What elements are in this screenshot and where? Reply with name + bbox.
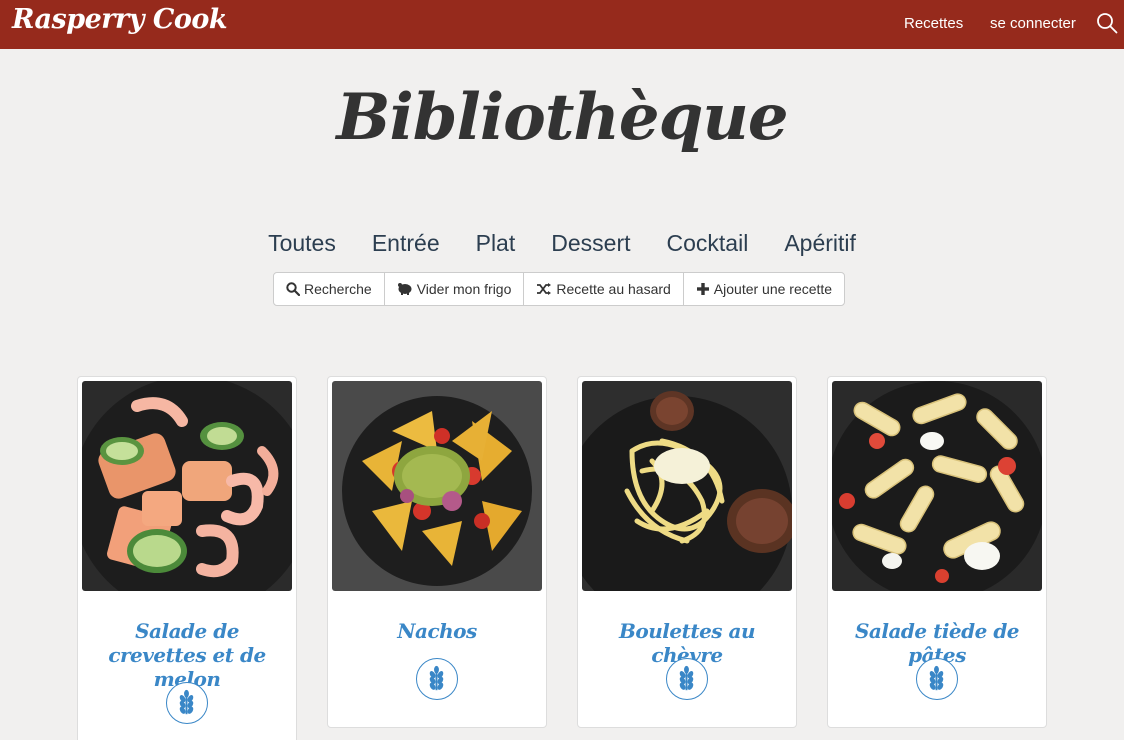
recipe-card[interactable]: Nachos [327,376,547,728]
wheat-icon [679,665,694,691]
category-tabs: Toutes Entrée Plat Dessert Cocktail Apér… [0,230,1124,257]
tab-plat[interactable]: Plat [458,230,534,257]
recipe-title[interactable]: Salade de crevettes et de melon [84,619,290,691]
nav-recettes-link[interactable]: Recettes [904,15,963,32]
page-title: Bibliothèque [336,80,788,155]
tab-toutes[interactable]: Toutes [250,230,354,257]
recipe-image[interactable] [82,381,292,591]
gluten-badge [166,682,208,724]
add-recipe-button-label: Ajouter une recette [713,281,833,297]
recipe-image[interactable] [332,381,542,591]
navbar: Rasperry Cook Recettes se connecter [0,0,1124,49]
tab-entree[interactable]: Entrée [354,230,458,257]
recipe-image[interactable] [582,381,792,591]
empty-fridge-button[interactable]: Vider mon frigo [384,273,525,305]
search-icon[interactable] [1096,12,1118,34]
recipe-title[interactable]: Nachos [334,619,540,643]
fridge-icon [397,283,412,295]
wheat-icon [179,689,194,715]
nav-login-link[interactable]: se connecter [990,15,1076,32]
plus-icon [696,283,709,295]
add-recipe-button[interactable]: Ajouter une recette [683,273,845,305]
wheat-icon [929,665,944,691]
empty-fridge-button-label: Vider mon frigo [416,281,512,297]
shuffle-icon [537,283,552,295]
search-icon [286,282,300,296]
search-button[interactable]: Recherche [274,273,385,305]
tab-cocktail[interactable]: Cocktail [649,230,767,257]
random-recipe-button[interactable]: Recette au hasard [524,273,684,305]
search-button-label: Recherche [304,281,372,297]
recipe-card[interactable]: Salade de crevettes et de melon [77,376,297,740]
gluten-badge [916,658,958,700]
brand-logo[interactable]: Rasperry Cook [12,4,228,35]
gluten-badge [666,658,708,700]
tab-dessert[interactable]: Dessert [533,230,648,257]
recipe-card[interactable]: Boulettes au chèvre [577,376,797,728]
tab-aperitif[interactable]: Apéritif [766,230,874,257]
action-button-group: Recherche Vider mon frigo Recette au has… [273,272,846,306]
gluten-badge [416,658,458,700]
wheat-icon [429,665,444,691]
random-recipe-button-label: Recette au hasard [556,281,671,297]
recipe-card[interactable]: Salade tiède de pâtes [827,376,1047,728]
recipe-image[interactable] [832,381,1042,591]
